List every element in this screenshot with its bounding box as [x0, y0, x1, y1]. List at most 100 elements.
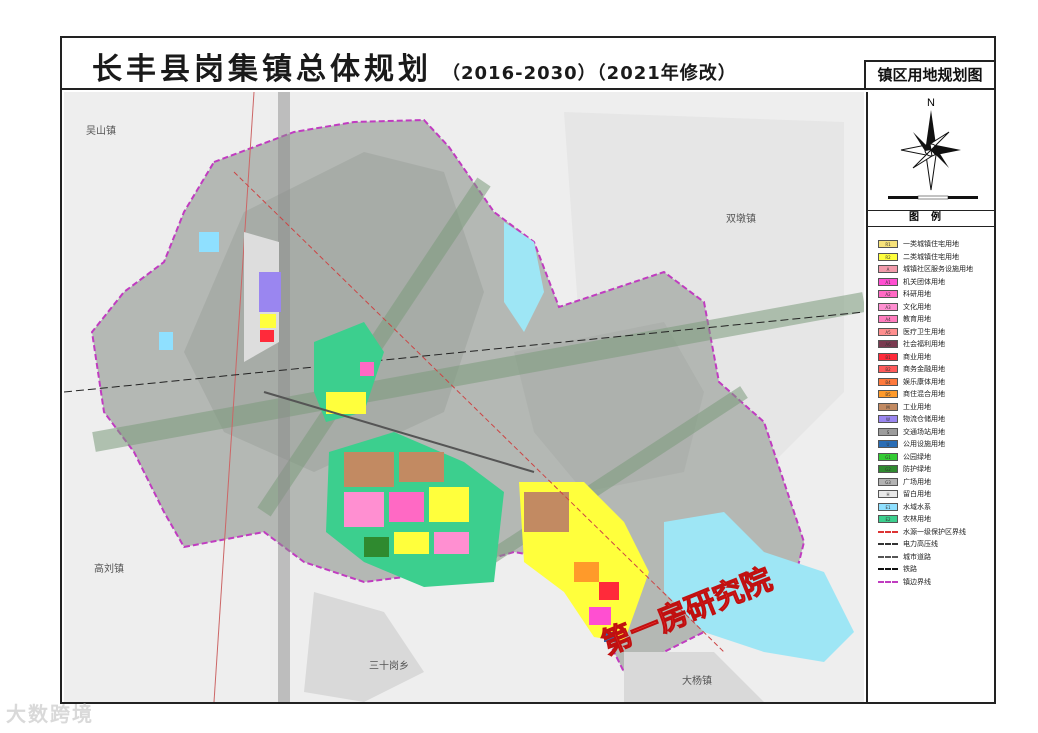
title-subtitle: （2016-2030）（2021年修改）: [442, 63, 737, 84]
legend-label: 机关团体用地: [903, 277, 945, 286]
legend-item: M 工业用地: [878, 401, 992, 414]
legend-item: A5 医疗卫生用地: [878, 326, 992, 339]
map-name: 镇区用地规划图: [864, 60, 994, 88]
legend-label: 工业用地: [903, 402, 931, 411]
legend-label: 二类城镇住宅用地: [903, 252, 959, 261]
watermark-logo: 大数跨境: [6, 702, 94, 726]
legend-item: B4 娱乐康体用地: [878, 376, 992, 389]
legend-item: G3 广场用地: [878, 476, 992, 489]
legend-item: R2 二类城镇住宅用地: [878, 251, 992, 264]
legend-item: R1 一类城镇住宅用地: [878, 238, 992, 251]
legend-item: B2 商务金融用地: [878, 363, 992, 376]
legend-label: 商住混合用地: [903, 390, 945, 399]
legend-item: U 公用设施用地: [878, 438, 992, 451]
page-title: 长丰县岗集镇总体规划 （2016-2030）（2021年修改）: [92, 44, 737, 88]
legend-swatch: G2: [878, 465, 898, 474]
legend-swatch: A3: [878, 302, 898, 311]
legend-label: 交通场站用地: [903, 427, 945, 436]
legend-label: 社会福利用地: [903, 340, 945, 349]
legend-item: A 城镇社区服务设施用地: [878, 263, 992, 276]
legend-swatch: A1: [878, 277, 898, 286]
map-canvas[interactable]: 吴山镇 双墩镇 高刘镇 三十岗乡 大杨镇 第一房研究院: [64, 92, 864, 702]
legend-swatch: S: [878, 427, 898, 436]
legend-item: A4 教育用地: [878, 313, 992, 326]
legend-swatch: [878, 530, 898, 533]
place-label-gaoliu: 高刘镇: [94, 564, 124, 575]
legend-title: 图例: [868, 210, 994, 227]
side-panel: N 图例 R1 一类城镇住宅用地 R2 二类城镇住宅用地 A 城镇社区服务设施用地 A1 机关…: [866, 92, 994, 702]
legend-swatch: A6: [878, 340, 898, 349]
legend-item: A6 社会福利用地: [878, 338, 992, 351]
north-label: N: [927, 97, 935, 109]
legend-item: B1 商业用地: [878, 351, 992, 364]
compass-rose: N: [868, 92, 994, 211]
legend-label: 农林用地: [903, 515, 931, 524]
compass-icon: N: [888, 97, 978, 200]
legend-swatch: [878, 555, 898, 558]
legend-item: A2 科研用地: [878, 288, 992, 301]
legend-swatch: G3: [878, 477, 898, 486]
legend-item: 电力高压线: [878, 538, 992, 551]
legend-label: 公用设施用地: [903, 440, 945, 449]
title-bar: 长丰县岗集镇总体规划 （2016-2030）（2021年修改） 镇区用地规划图: [62, 38, 994, 90]
legend-swatch: R2: [878, 252, 898, 261]
legend-item: A3 文化用地: [878, 301, 992, 314]
legend-item: E2 农林用地: [878, 513, 992, 526]
legend-label: 城市道路: [903, 552, 931, 561]
legend-label: 文化用地: [903, 302, 931, 311]
legend-swatch: H: [878, 490, 898, 499]
legend-swatch: A: [878, 265, 898, 274]
legend-swatch: B4: [878, 377, 898, 386]
legend-label: 防护绿地: [903, 465, 931, 474]
legend-item: E1 水域水系: [878, 501, 992, 514]
legend-label: 教育用地: [903, 315, 931, 324]
legend-label: 水域水系: [903, 502, 931, 511]
legend-swatch: B5: [878, 390, 898, 399]
legend-swatch: A2: [878, 290, 898, 299]
legend-label: 一类城镇住宅用地: [903, 240, 959, 249]
legend-item: 铁路: [878, 563, 992, 576]
legend-label: 物流仓储用地: [903, 415, 945, 424]
legend-item: G1 公园绿地: [878, 451, 992, 464]
legend-swatch: M: [878, 402, 898, 411]
legend-swatch: U: [878, 440, 898, 449]
legend-swatch: [878, 543, 898, 546]
legend-label: 城镇社区服务设施用地: [903, 265, 973, 274]
legend-label: 广场用地: [903, 477, 931, 486]
legend-swatch: E1: [878, 502, 898, 511]
legend-label: 留白用地: [903, 490, 931, 499]
legend-item: 城市道路: [878, 551, 992, 564]
legend-label: 科研用地: [903, 290, 931, 299]
legend-item: G2 防护绿地: [878, 463, 992, 476]
legend-swatch: A4: [878, 315, 898, 324]
legend-label: 铁路: [903, 565, 917, 574]
legend-swatch: [878, 580, 898, 583]
legend-label: 商务金融用地: [903, 365, 945, 374]
legend-swatch: [878, 568, 898, 571]
legend-swatch: B1: [878, 352, 898, 361]
legend-item: 镇边界线: [878, 576, 992, 589]
legend-swatch: R1: [878, 240, 898, 249]
legend-item: B5 商住混合用地: [878, 388, 992, 401]
place-label-shuangdun: 双墩镇: [726, 214, 756, 225]
place-label-sanshigang: 三十岗乡: [369, 661, 409, 672]
legend-item: H 留白用地: [878, 488, 992, 501]
legend-label: 商业用地: [903, 352, 931, 361]
legend-swatch: W: [878, 415, 898, 424]
legend-label: 水源一级保护区界线: [903, 527, 966, 536]
legend-item: A1 机关团体用地: [878, 276, 992, 289]
place-label-wushan: 吴山镇: [86, 126, 116, 137]
legend-label: 娱乐康体用地: [903, 377, 945, 386]
legend: R1 一类城镇住宅用地 R2 二类城镇住宅用地 A 城镇社区服务设施用地 A1 机关团体用地 A…: [878, 238, 992, 588]
legend-item: S 交通场站用地: [878, 426, 992, 439]
legend-item: W 物流仓储用地: [878, 413, 992, 426]
legend-swatch: E2: [878, 515, 898, 524]
legend-label: 公园绿地: [903, 452, 931, 461]
legend-label: 医疗卫生用地: [903, 327, 945, 336]
legend-item: 水源一级保护区界线: [878, 526, 992, 539]
legend-label: 镇边界线: [903, 577, 931, 586]
land-use-map: [64, 92, 864, 702]
title-main: 长丰县岗集镇总体规划: [92, 52, 432, 87]
legend-label: 电力高压线: [903, 540, 938, 549]
legend-swatch: B2: [878, 365, 898, 374]
